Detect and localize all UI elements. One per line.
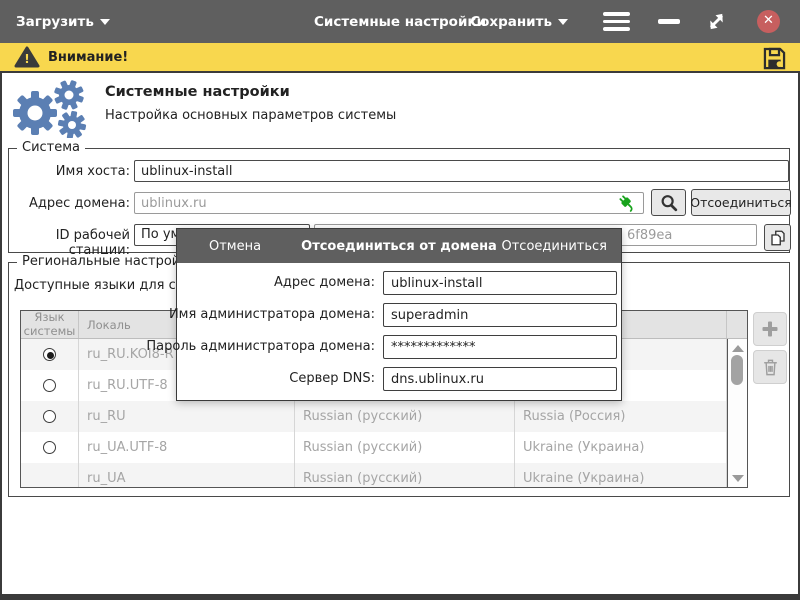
system-legend: Система — [17, 140, 85, 155]
maximize-icon[interactable] — [705, 10, 728, 33]
warning-icon: ! — [14, 46, 40, 68]
close-icon[interactable]: ✕ — [757, 10, 780, 33]
language-cell: Russian (русский) — [295, 432, 515, 463]
language-select-cell — [21, 432, 79, 463]
dialog-confirm-button[interactable]: Отсоединиться — [502, 239, 608, 254]
locale-radio[interactable] — [43, 441, 56, 454]
search-domain-button[interactable] — [651, 189, 686, 216]
warning-text: Внимание! — [48, 50, 128, 65]
svg-text:!: ! — [24, 52, 29, 66]
locale-cell: ru_RU — [79, 401, 295, 432]
regional-legend: Региональные настройки — [17, 254, 202, 269]
dialog-field-input[interactable] — [383, 303, 617, 327]
save-menu-label: Сохранить — [470, 14, 552, 30]
add-icon — [760, 319, 780, 339]
language-select-cell — [21, 463, 79, 488]
warning-bar: ! Внимание! — [0, 43, 800, 73]
dialog-header: Отмена Отсоединиться от домена Отсоедини… — [177, 229, 621, 263]
copy-icon — [769, 229, 787, 247]
chevron-down-icon — [558, 19, 568, 25]
trash-icon — [761, 358, 780, 377]
language-select-cell — [21, 401, 79, 432]
search-icon — [659, 193, 679, 213]
column-header-language: Язык системы — [21, 311, 79, 338]
table-row: ru_RURussian (русский)Russia (Россия) — [21, 401, 747, 432]
dialog-field-row: Пароль администратора домена: — [177, 335, 621, 359]
hostname-label: Имя хоста: — [4, 164, 130, 179]
locale-cell: ru_UA — [79, 463, 295, 488]
dialog-field-row: Сервер DNS: — [177, 367, 621, 391]
table-row: ru_UA.UTF-8Russian (русский)Ukraine (Укр… — [21, 432, 747, 463]
language-select-cell — [21, 339, 79, 370]
copy-id-button[interactable] — [764, 224, 791, 251]
locale-radio[interactable] — [43, 410, 56, 423]
table-scrollbar[interactable] — [727, 339, 747, 487]
system-settings-window: Загрузить Системные настройки Сохранить … — [0, 0, 800, 600]
domain-input[interactable] — [134, 192, 644, 214]
delete-locale-button[interactable] — [753, 350, 787, 384]
domain-label: Адрес домена: — [4, 196, 130, 211]
dialog-field-label: Имя администратора домена: — [169, 307, 375, 322]
dialog-field-input[interactable] — [383, 271, 617, 295]
dialog-field-row: Имя администратора домена: — [177, 303, 621, 327]
hostname-input[interactable] — [134, 160, 789, 182]
country-cell: Ukraine (Украина) — [515, 463, 727, 488]
language-cell: Russian (русский) — [295, 401, 515, 432]
country-cell: Ukraine (Украина) — [515, 432, 727, 463]
dialog-field-row: Адрес домена: — [177, 271, 621, 295]
save-menu-button[interactable]: Сохранить — [470, 14, 568, 30]
table-row: ru_UARussian (русский)Ukraine (Украина) — [21, 463, 747, 488]
window-title: Системные настройки — [0, 14, 800, 30]
locale-radio[interactable] — [43, 348, 56, 361]
titlebar: Загрузить Системные настройки Сохранить … — [0, 0, 800, 43]
dialog-field-label: Пароль администратора домена: — [146, 339, 375, 354]
dialog-field-input[interactable] — [383, 367, 617, 391]
locale-radio[interactable] — [43, 379, 56, 392]
language-select-cell — [21, 370, 79, 401]
add-locale-button[interactable] — [753, 312, 787, 346]
language-cell: Russian (русский) — [295, 463, 515, 488]
page-title: Системные настройки — [105, 84, 290, 100]
locale-cell: ru_UA.UTF-8 — [79, 432, 295, 463]
minimize-icon[interactable] — [658, 19, 680, 24]
disconnect-button[interactable]: Отсоединиться — [691, 189, 791, 216]
save-floppy-icon[interactable] — [761, 45, 788, 72]
scroll-down-icon[interactable] — [732, 475, 744, 482]
plug-connected-icon — [616, 193, 638, 213]
gears-icon — [8, 80, 96, 138]
dialog-field-label: Адрес домена: — [274, 275, 375, 290]
dialog-field-label: Сервер DNS: — [289, 371, 375, 386]
country-cell: Russia (Россия) — [515, 401, 727, 432]
page-subtitle: Настройка основных параметров системы — [105, 108, 396, 123]
dialog-body: Адрес домена: Имя администратора домена: П… — [177, 263, 621, 400]
menu-icon[interactable] — [603, 12, 630, 31]
scrollbar-thumb[interactable] — [731, 355, 743, 385]
disconnect-dialog: Отмена Отсоединиться от домена Отсоедини… — [176, 228, 622, 401]
scroll-up-icon[interactable] — [732, 345, 744, 352]
dialog-field-input[interactable] — [383, 335, 617, 359]
